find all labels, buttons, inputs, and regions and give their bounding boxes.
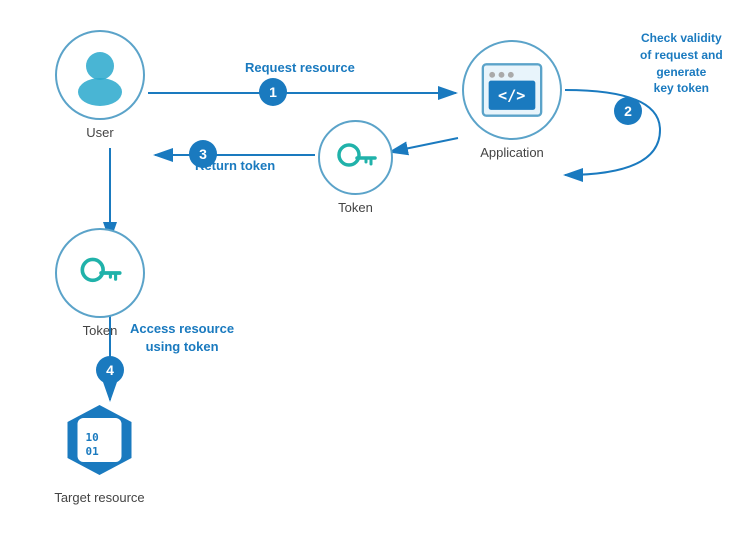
svg-text:10: 10: [86, 431, 99, 444]
user-label: User: [86, 125, 113, 140]
return-token-label: Return token: [195, 158, 275, 173]
token-mid-label: Token: [338, 200, 373, 215]
application-label: Application: [480, 145, 544, 160]
target-resource-node: 10 01 Target resource: [52, 395, 147, 505]
svg-text:</>: </>: [498, 87, 525, 105]
user-node: User: [55, 30, 145, 140]
application-node: </> Application: [462, 40, 562, 160]
target-label: Target resource: [54, 490, 144, 505]
step-2: 2: [614, 97, 642, 125]
diagram: User </> Application: [0, 0, 734, 535]
token-user-label: Token: [83, 323, 118, 338]
token-mid-node: Token: [318, 120, 393, 215]
access-resource-label: Access resourceusing token: [130, 320, 234, 356]
step-4: 4: [96, 356, 124, 384]
check-validity-label: Check validityof request andgeneratekey …: [640, 30, 723, 97]
svg-text:01: 01: [86, 445, 100, 458]
request-resource-label: Request resource: [245, 60, 355, 75]
step-1: 1: [259, 78, 287, 106]
